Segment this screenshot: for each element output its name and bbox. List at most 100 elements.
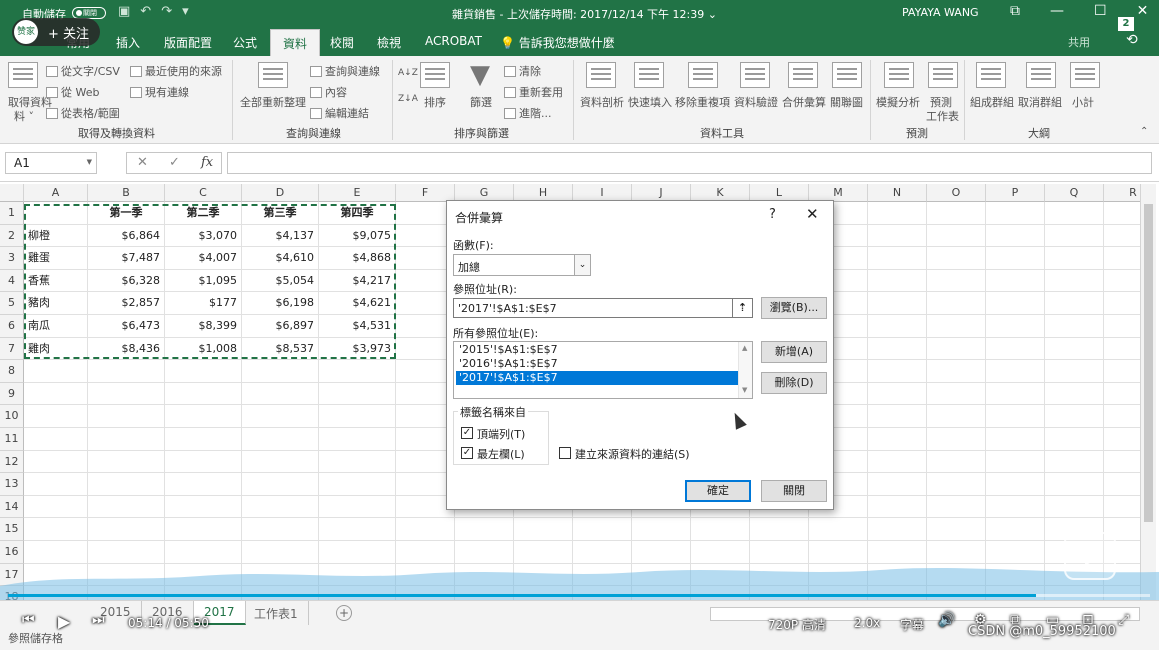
cell[interactable] bbox=[1104, 270, 1140, 293]
item-name-cell[interactable]: 豬肉 bbox=[24, 292, 88, 315]
value-cell[interactable]: $4,137 bbox=[242, 224, 319, 248]
cell[interactable] bbox=[986, 269, 1045, 293]
queries-connections-button[interactable]: 查詢與連線 bbox=[310, 63, 380, 79]
cell[interactable] bbox=[1104, 405, 1140, 428]
cell[interactable] bbox=[514, 518, 573, 541]
row-header[interactable]: 1 bbox=[0, 202, 24, 225]
clear-filter-button[interactable]: 清除 bbox=[504, 63, 541, 79]
flash-fill-icon[interactable] bbox=[634, 62, 664, 88]
cell[interactable] bbox=[24, 405, 88, 428]
cell[interactable] bbox=[1045, 405, 1104, 428]
existing-connections-button[interactable]: 現有連線 bbox=[130, 84, 189, 100]
table-header-cell[interactable]: 第四季 bbox=[319, 202, 396, 225]
value-cell[interactable]: $2,857 bbox=[88, 292, 165, 315]
delete-button[interactable]: 刪除(D) bbox=[761, 372, 827, 394]
formula-input[interactable] bbox=[227, 152, 1152, 174]
cell[interactable] bbox=[986, 428, 1045, 451]
vertical-scrollbar[interactable] bbox=[1140, 184, 1156, 602]
cell[interactable] bbox=[927, 315, 986, 338]
properties-button[interactable]: 內容 bbox=[310, 84, 347, 100]
value-cell[interactable]: $1,095 bbox=[165, 269, 242, 293]
cell[interactable] bbox=[691, 518, 750, 541]
cell[interactable] bbox=[986, 405, 1045, 428]
cell[interactable] bbox=[319, 450, 396, 474]
cell[interactable] bbox=[1104, 383, 1140, 406]
cell[interactable] bbox=[165, 428, 242, 451]
cell[interactable] bbox=[242, 473, 319, 496]
cell[interactable] bbox=[809, 518, 868, 541]
cell[interactable] bbox=[986, 518, 1045, 541]
tab-page-layout[interactable]: 版面配置 bbox=[164, 34, 212, 51]
value-cell[interactable]: $4,610 bbox=[242, 247, 319, 270]
history-icon[interactable]: ⟲ bbox=[1126, 32, 1138, 48]
top-row-checkbox[interactable]: ✓ bbox=[461, 427, 473, 439]
cell[interactable] bbox=[1104, 315, 1140, 338]
cell[interactable] bbox=[165, 518, 242, 541]
value-cell[interactable]: $4,531 bbox=[319, 315, 396, 338]
cell[interactable] bbox=[986, 224, 1045, 248]
cell[interactable] bbox=[927, 450, 986, 474]
minimize-icon[interactable]: — bbox=[1050, 3, 1064, 19]
list-item[interactable]: '2015'!$A$1:$E$7 bbox=[456, 343, 738, 357]
cell[interactable] bbox=[986, 337, 1045, 361]
value-cell[interactable]: $3,070 bbox=[165, 224, 242, 248]
table-header-cell[interactable]: 第三季 bbox=[242, 202, 319, 225]
cell[interactable] bbox=[455, 518, 514, 541]
list-item-selected[interactable]: '2017'!$A$1:$E$7 bbox=[456, 371, 738, 385]
cell[interactable] bbox=[927, 202, 986, 225]
value-cell[interactable]: $3,973 bbox=[319, 337, 396, 361]
value-cell[interactable]: $4,621 bbox=[319, 292, 396, 315]
recent-sources-button[interactable]: 最近使用的來源 bbox=[130, 63, 222, 79]
maximize-icon[interactable]: ☐ bbox=[1094, 3, 1107, 19]
value-cell[interactable]: $4,217 bbox=[319, 269, 396, 293]
cell[interactable] bbox=[927, 382, 986, 406]
cell[interactable] bbox=[1104, 225, 1140, 248]
value-cell[interactable]: $7,487 bbox=[88, 247, 165, 270]
cell[interactable] bbox=[1045, 337, 1104, 361]
item-name-cell[interactable]: 柳橙 bbox=[24, 224, 88, 248]
cell[interactable] bbox=[319, 405, 396, 428]
cell[interactable] bbox=[868, 518, 927, 541]
cell[interactable] bbox=[986, 202, 1045, 225]
follow-overlay[interactable]: 赞家 + 关注 bbox=[12, 18, 100, 46]
cell[interactable] bbox=[1104, 473, 1140, 496]
cell[interactable] bbox=[24, 450, 88, 474]
cell[interactable] bbox=[927, 405, 986, 428]
cell[interactable] bbox=[573, 518, 632, 541]
row-header[interactable]: 6 bbox=[0, 315, 24, 338]
item-name-cell[interactable]: 南瓜 bbox=[24, 315, 88, 338]
cell[interactable] bbox=[24, 473, 88, 496]
function-select[interactable]: 加總 ⌄ bbox=[453, 254, 591, 276]
sheet-tab[interactable]: 工作表1 bbox=[244, 601, 309, 625]
chevron-down-icon[interactable]: ▼ bbox=[87, 158, 92, 166]
tab-insert[interactable]: 插入 bbox=[116, 34, 140, 51]
cell[interactable] bbox=[88, 518, 165, 541]
volume-icon[interactable]: 🔊 bbox=[938, 612, 955, 628]
play-icon[interactable]: ▶ bbox=[58, 612, 70, 631]
tell-me-box[interactable]: 💡 告訴我您想做什麼 bbox=[500, 34, 615, 51]
refresh-all-button[interactable]: 全部重新整理 bbox=[240, 94, 306, 110]
tab-data[interactable]: 資料 bbox=[270, 29, 321, 56]
cell[interactable] bbox=[165, 382, 242, 406]
cell[interactable] bbox=[1045, 450, 1104, 474]
column-header[interactable]: Q bbox=[1045, 184, 1104, 202]
cell[interactable] bbox=[1045, 382, 1104, 406]
cell[interactable] bbox=[868, 292, 927, 315]
cell[interactable] bbox=[868, 405, 927, 428]
relationships-icon[interactable] bbox=[832, 62, 862, 88]
column-header[interactable]: P bbox=[986, 184, 1045, 202]
value-cell[interactable]: $8,537 bbox=[242, 337, 319, 361]
all-references-list[interactable]: '2015'!$A$1:$E$7 '2016'!$A$1:$E$7 '2017'… bbox=[453, 341, 753, 399]
cell[interactable] bbox=[1104, 360, 1140, 383]
cell[interactable] bbox=[88, 473, 165, 496]
cell[interactable] bbox=[24, 382, 88, 406]
sort-za-button[interactable]: Z↓A bbox=[398, 94, 418, 104]
list-scrollbar[interactable]: ▲ ▼ bbox=[738, 342, 752, 398]
value-cell[interactable]: $6,864 bbox=[88, 224, 165, 248]
cell[interactable] bbox=[986, 315, 1045, 338]
cell[interactable] bbox=[165, 405, 242, 428]
cell[interactable] bbox=[868, 247, 927, 270]
ungroup-button[interactable]: 取消群組 bbox=[1018, 94, 1062, 110]
cell[interactable] bbox=[868, 269, 927, 293]
cell[interactable] bbox=[1104, 451, 1140, 474]
